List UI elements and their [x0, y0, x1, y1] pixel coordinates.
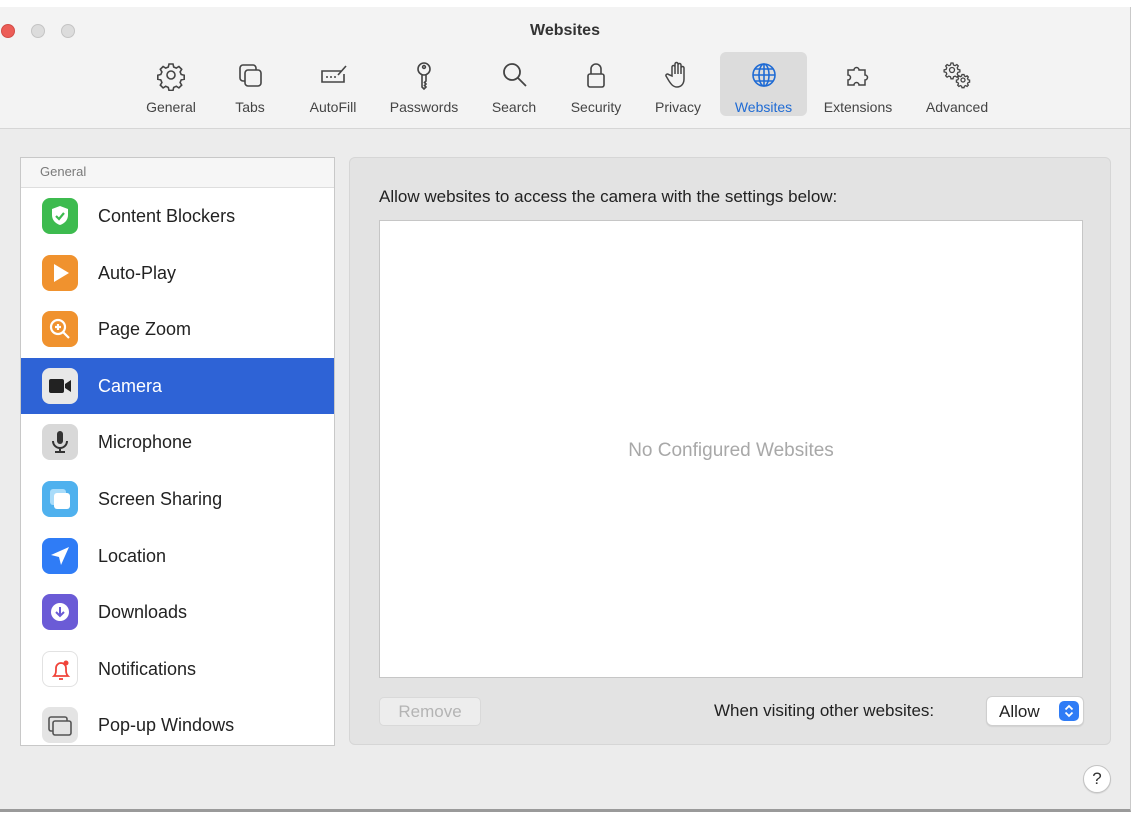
sidebar-item-page-zoom[interactable]: Page Zoom [21, 301, 334, 358]
tab-websites[interactable]: Websites [720, 52, 807, 116]
visiting-other-websites-label: When visiting other websites: [714, 701, 935, 720]
help-button[interactable]: ? [1083, 765, 1111, 793]
tab-tabs-label: Tabs [235, 99, 265, 115]
sidebar-item-microphone[interactable]: Microphone [21, 414, 334, 471]
microphone-icon [42, 424, 78, 461]
tab-advanced[interactable]: Advanced [914, 52, 1000, 116]
zoom-icon [42, 311, 78, 348]
sidebar-item-pop-up-windows[interactable]: Pop-up Windows [21, 697, 334, 745]
tab-tabs[interactable]: Tabs [221, 52, 279, 116]
tab-search[interactable]: Search [482, 52, 546, 116]
screen-sharing-icon [42, 480, 78, 517]
tab-security-label: Security [570, 99, 622, 115]
sidebar-item-label: Pop-up Windows [98, 715, 235, 736]
tab-autofill-label: AutoFill [309, 99, 357, 115]
tab-passwords[interactable]: Passwords [378, 52, 470, 116]
settings-panel: Allow websites to access the camera with… [349, 157, 1111, 745]
visiting-policy-value: Allow [999, 702, 1040, 721]
location-icon [42, 537, 78, 574]
sidebar-item-label: Page Zoom [98, 319, 192, 340]
toolbar: Websites General Tabs AutoFill Passwords… [0, 7, 1130, 129]
sidebar-item-content-blockers[interactable]: Content Blockers [21, 188, 334, 245]
sidebar-item-label: Screen Sharing [98, 488, 223, 509]
sidebar-item-camera[interactable]: Camera [21, 357, 334, 415]
websites-list[interactable]: No Configured Websites [379, 220, 1083, 678]
sidebar-item-auto-play[interactable]: Auto-Play [21, 245, 334, 302]
key-icon [417, 62, 431, 91]
window-title: Websites [530, 22, 600, 39]
shield-check-icon [42, 198, 78, 234]
sidebar-item-downloads[interactable]: Downloads [21, 584, 334, 641]
tab-passwords-label: Passwords [389, 99, 459, 115]
tab-privacy-label: Privacy [655, 99, 701, 115]
sidebar-item-label: Microphone [98, 432, 193, 453]
popup-windows-icon [42, 707, 78, 744]
bell-icon [42, 650, 78, 687]
tab-extensions-label: Extensions [823, 99, 893, 115]
gear-icon [157, 63, 185, 91]
remove-button[interactable]: Remove [379, 697, 481, 726]
sidebar-item-notifications[interactable]: Notifications [21, 641, 334, 698]
panel-description: Allow websites to access the camera with… [379, 187, 838, 206]
sidebar-item-label: Auto-Play [98, 262, 177, 283]
sidebar-item-label: Location [98, 545, 167, 566]
play-icon [42, 254, 78, 291]
tab-privacy[interactable]: Privacy [644, 52, 712, 116]
tab-autofill[interactable]: AutoFill [294, 52, 372, 116]
tab-advanced-label: Advanced [925, 99, 989, 115]
download-icon [42, 594, 78, 631]
tabs-icon [239, 64, 262, 87]
tab-extensions[interactable]: Extensions [812, 52, 904, 116]
tab-security[interactable]: Security [560, 52, 632, 116]
tab-general-label: General [146, 99, 196, 115]
preferences-window: Websites General Tabs AutoFill Passwords… [0, 7, 1131, 812]
lock-icon [587, 63, 605, 88]
chevron-up-down-icon [1059, 701, 1079, 721]
screen-top-strip [0, 0, 1137, 7]
autofill-icon [321, 65, 347, 83]
puzzle-icon [847, 66, 869, 86]
sidebar-item-location[interactable]: Location [21, 528, 334, 585]
empty-list-text: No Configured Websites [628, 440, 834, 461]
tab-websites-label: Websites [734, 99, 793, 115]
sidebar-item-label: Content Blockers [98, 206, 236, 226]
sidebar-item-screen-sharing[interactable]: Screen Sharing [21, 471, 334, 528]
tab-search-label: Search [491, 99, 537, 115]
sidebar-item-label: Notifications [98, 658, 197, 679]
sidebar: General Content Blockers Auto-Play Page … [20, 157, 335, 746]
camera-icon [42, 367, 78, 404]
globe-icon [751, 63, 776, 87]
hand-icon [665, 61, 685, 88]
search-icon [503, 63, 527, 87]
sidebar-header: General [21, 158, 334, 188]
tab-general[interactable]: General [136, 52, 206, 116]
sidebar-item-label: Camera [98, 375, 163, 396]
sidebar-item-label: Downloads [98, 602, 188, 623]
visiting-policy-select[interactable]: Allow [986, 696, 1084, 726]
gears-icon [943, 62, 971, 89]
